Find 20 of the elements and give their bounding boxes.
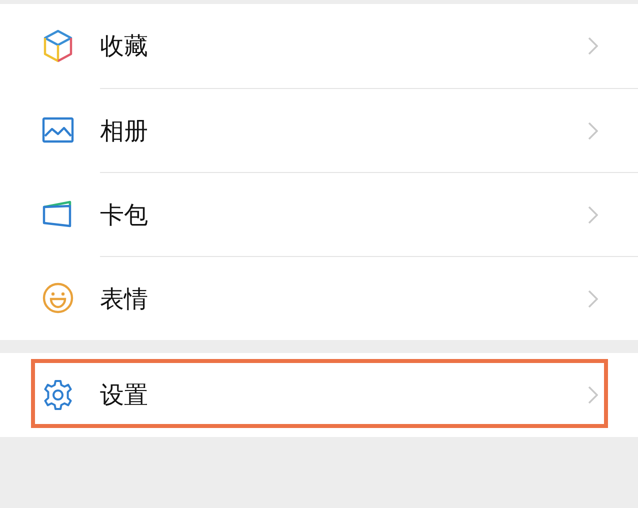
cube-icon bbox=[42, 29, 74, 63]
menu-item[interactable]: 设置 bbox=[0, 353, 638, 437]
card-icon bbox=[42, 200, 74, 228]
menu-item[interactable]: 相册 bbox=[0, 88, 638, 172]
picture-icon bbox=[42, 117, 74, 143]
chevron-icon bbox=[588, 122, 598, 140]
menu-item[interactable]: 表情 bbox=[0, 256, 638, 340]
menu-item[interactable]: 卡包 bbox=[0, 172, 638, 256]
chevron-icon bbox=[588, 386, 598, 404]
menu-label: 卡包 bbox=[100, 200, 149, 230]
smiley-icon bbox=[42, 282, 74, 314]
menu-label: 表情 bbox=[100, 284, 149, 314]
menu-label: 收藏 bbox=[100, 31, 149, 62]
chevron-icon bbox=[588, 206, 598, 224]
menu-label: 设置 bbox=[100, 380, 149, 411]
chevron-icon bbox=[588, 37, 598, 55]
settings-icon bbox=[42, 379, 74, 411]
chevron-icon bbox=[588, 290, 598, 308]
menu-item[interactable]: 收藏 bbox=[0, 4, 638, 88]
menu-label: 相册 bbox=[100, 116, 149, 146]
